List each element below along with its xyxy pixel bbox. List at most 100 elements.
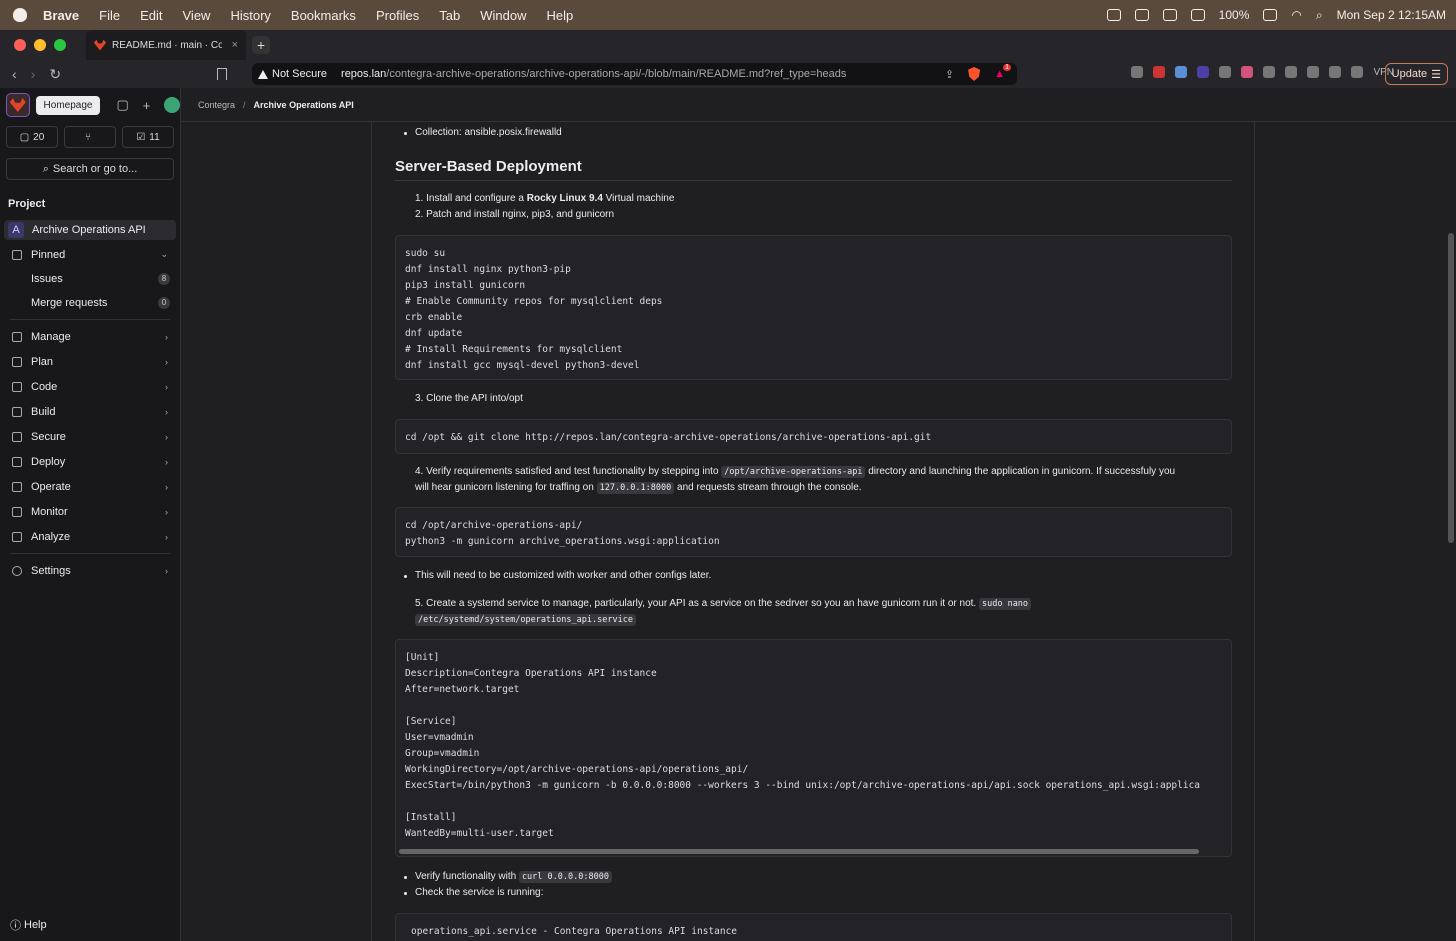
wallet-icon[interactable]	[1351, 66, 1364, 78]
todos-button[interactable]: ☑ 11	[122, 126, 174, 148]
menu-profiles[interactable]: Profiles	[376, 8, 419, 23]
build-label: Build	[31, 405, 56, 418]
sidebar-item-build[interactable]: Build ›	[0, 399, 180, 424]
extension-icon[interactable]	[1131, 66, 1144, 78]
todos-count: 11	[149, 131, 160, 143]
minimize-window-button[interactable]	[34, 39, 46, 51]
menu-view[interactable]: View	[183, 8, 211, 23]
collapse-sidebar-icon[interactable]: ▢	[116, 97, 128, 113]
sidebar-item-settings[interactable]: Settings ›	[0, 558, 180, 583]
extension-icon[interactable]	[1153, 66, 1166, 78]
sidebar-item-monitor[interactable]: Monitor ›	[0, 499, 180, 524]
user-avatar[interactable]	[164, 97, 180, 113]
sidebar-item-pinned[interactable]: Pinned ⌄	[0, 242, 180, 267]
analyze-label: Analyze	[31, 530, 71, 543]
code-block[interactable]: cd /opt/archive-operations-api/ python3 …	[395, 507, 1232, 557]
status-icon[interactable]	[1134, 9, 1149, 21]
battery-icon[interactable]	[1263, 9, 1278, 21]
macos-menubar: Brave File Edit View History Bookmarks P…	[0, 0, 1456, 30]
menu-bookmarks[interactable]: Bookmarks	[291, 8, 356, 23]
code-block[interactable]: cd /opt && git clone http://repos.lan/co…	[395, 419, 1232, 454]
wifi-icon[interactable]: ◠	[1291, 8, 1301, 22]
brave-shield-icon[interactable]	[968, 67, 981, 81]
sidebar-item-issues[interactable]: Issues 8	[0, 267, 180, 291]
code-block[interactable]: [Unit] Description=Contegra Operations A…	[395, 639, 1232, 857]
step-text: directory and launching the application …	[865, 466, 1176, 477]
menu-file[interactable]: File	[99, 8, 120, 23]
extension-icon[interactable]	[1219, 66, 1232, 78]
rewards-icon[interactable]: ▲ 1	[994, 64, 1011, 80]
operate-label: Operate	[31, 480, 71, 493]
menu-tab[interactable]: Tab	[439, 8, 460, 23]
bookmark-icon[interactable]	[217, 68, 228, 80]
monitor-label: Monitor	[31, 505, 68, 518]
menu-edit[interactable]: Edit	[140, 8, 162, 23]
close-window-button[interactable]	[14, 39, 26, 51]
close-tab-icon[interactable]: ×	[232, 39, 238, 51]
sidebar-item-plan[interactable]: Plan ›	[0, 349, 180, 374]
puzzle-icon[interactable]	[1285, 66, 1298, 78]
list-item: Verify functionality with curl 0.0.0.0:8…	[415, 871, 612, 883]
datetime[interactable]: Mon Sep 2 12:15AM	[1337, 8, 1446, 22]
sidebar-item-operate[interactable]: Operate ›	[0, 474, 180, 499]
url-field[interactable]: Not Secure repos.lan/contegra-archive-op…	[252, 63, 1017, 85]
music-icon[interactable]	[1307, 66, 1320, 78]
horizontal-scrollbar[interactable]	[399, 849, 1199, 854]
bullet	[404, 892, 407, 895]
security-indicator[interactable]: Not Secure	[258, 68, 327, 80]
url-text[interactable]: repos.lan/contegra-archive-operations/ar…	[341, 68, 846, 80]
reload-icon[interactable]: ↻	[49, 66, 61, 83]
sidebar-item-manage[interactable]: Manage ›	[0, 324, 180, 349]
sidebar-item-secure[interactable]: Secure ›	[0, 424, 180, 449]
manage-icon	[12, 331, 22, 342]
breadcrumb-project[interactable]: Archive Operations API	[254, 100, 354, 110]
zoom-window-button[interactable]	[54, 39, 66, 51]
menu-history[interactable]: History	[230, 8, 270, 23]
list-item: This will need to be customized with wor…	[415, 570, 712, 581]
status-icon[interactable]	[1106, 9, 1121, 21]
code-block[interactable]: operations_api.service - Contegra Operat…	[395, 913, 1232, 941]
code-block[interactable]: sudo su dnf install nginx python3-pip pi…	[395, 235, 1232, 380]
inline-code: sudo nano	[978, 598, 1032, 610]
browser-tab[interactable]: README.md · main · Contegra ×	[86, 30, 246, 60]
sidebar-item-deploy[interactable]: Deploy ›	[0, 449, 180, 474]
gitlab-logo-icon[interactable]	[6, 93, 30, 117]
create-new-icon[interactable]: +	[143, 98, 151, 113]
address-bar-row: ‹ › ↻ Not Secure repos.lan/contegra-arch…	[0, 60, 1456, 88]
share-icon[interactable]: ⇪	[945, 68, 954, 81]
vertical-scrollbar[interactable]	[1448, 233, 1454, 543]
project-avatar: A	[8, 222, 24, 238]
forward-icon[interactable]: ›	[31, 66, 36, 83]
project-link[interactable]: A Archive Operations API	[4, 220, 176, 240]
sidebar-item-code[interactable]: Code ›	[0, 374, 180, 399]
extension-icon[interactable]	[1197, 66, 1210, 78]
breadcrumb-group[interactable]: Contegra	[198, 100, 235, 110]
menu-window[interactable]: Window	[480, 8, 526, 23]
extension-icon[interactable]	[1263, 66, 1276, 78]
sidebar-toggle-icon[interactable]	[1329, 66, 1342, 78]
assigned-issues-button[interactable]: ▢ 20	[6, 126, 58, 148]
menu-app[interactable]: Brave	[43, 8, 79, 23]
pinned-label: Pinned	[31, 248, 66, 261]
back-icon[interactable]: ‹	[12, 66, 17, 83]
issues-label: Issues	[31, 273, 63, 285]
sidebar-item-merge-requests[interactable]: Merge requests 0	[0, 291, 180, 315]
apple-icon[interactable]	[13, 8, 27, 22]
plan-icon	[12, 356, 22, 367]
search-icon[interactable]: ⌕	[1316, 8, 1323, 23]
chevron-right-icon: ›	[165, 431, 168, 442]
homepage-tooltip: Homepage	[35, 95, 101, 115]
status-icon[interactable]	[1162, 9, 1177, 21]
plan-label: Plan	[31, 355, 54, 368]
new-tab-button[interactable]: +	[252, 36, 270, 54]
merge-requests-button[interactable]: ⑂	[64, 126, 116, 148]
status-icon[interactable]	[1190, 9, 1205, 21]
sidebar-item-analyze[interactable]: Analyze ›	[0, 524, 180, 549]
extension-icon[interactable]	[1175, 66, 1188, 78]
help-button[interactable]: ⓘ Help	[10, 917, 47, 933]
update-button[interactable]: Update ☰	[1384, 63, 1448, 85]
rewards-badge: 1	[1003, 64, 1011, 71]
menu-help[interactable]: Help	[547, 8, 574, 23]
extension-icon[interactable]	[1241, 66, 1254, 78]
search-button[interactable]: ⌕ Search or go to...	[6, 158, 174, 180]
